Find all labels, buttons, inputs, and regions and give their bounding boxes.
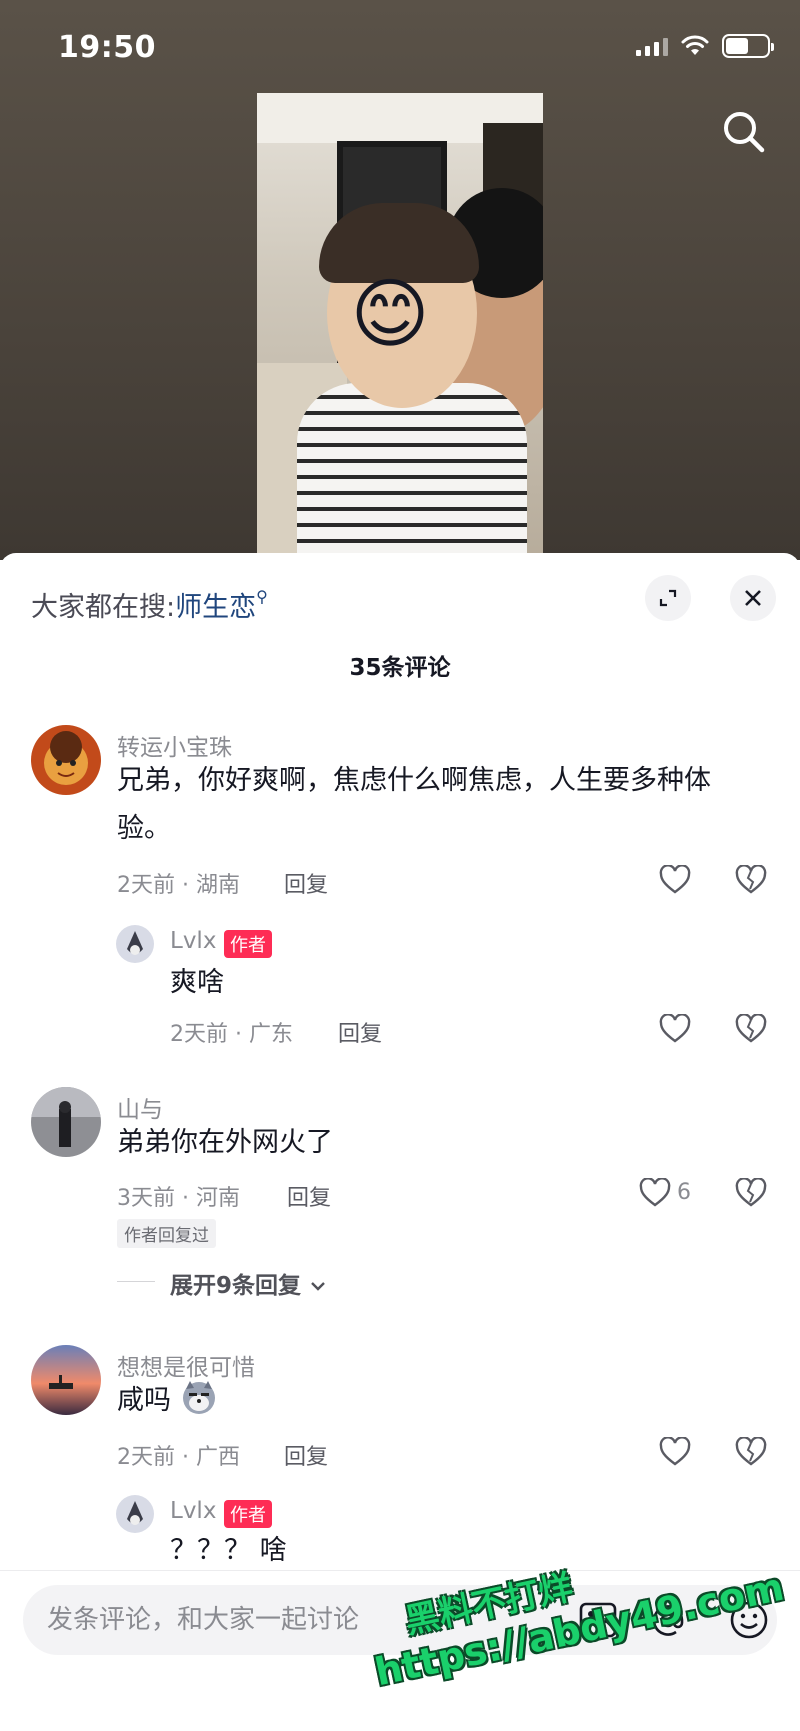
avatar[interactable] <box>116 925 154 963</box>
expand-replies-button[interactable]: 展开9条回复 <box>170 1266 327 1300</box>
reply-username[interactable]: Lvlx <box>170 928 216 954</box>
video-player[interactable]: 19:50 😊 <box>0 0 800 560</box>
comment-count: 35条评论 <box>349 655 451 681</box>
comment-meta: 2天前 · 广西 <box>117 1445 240 1470</box>
emoji-sticker: 😊 <box>350 269 430 358</box>
comment-text: 弟弟你在外网火了 <box>117 1127 333 1158</box>
expand-icon <box>659 589 677 607</box>
reply-username[interactable]: Lvlx <box>170 1498 216 1524</box>
dislike-heart-icon[interactable] <box>735 1014 767 1044</box>
avatar[interactable] <box>31 725 101 795</box>
video-frame[interactable]: 😊 <box>257 93 543 560</box>
keyword-search-icon: ⚲ <box>256 587 268 606</box>
comment-text-line: 兄弟，你好爽啊，焦虑什么啊焦虑，人生要多种体 <box>117 765 711 796</box>
avatar[interactable] <box>31 1345 101 1415</box>
comment-meta: 2天前 · 湖南 <box>117 873 240 898</box>
search-icon[interactable] <box>720 108 768 156</box>
comment-text-container: 咸吗 <box>117 1377 218 1425</box>
avatar[interactable] <box>31 1087 101 1157</box>
heart-icon[interactable] <box>659 865 691 895</box>
dislike-heart-icon[interactable] <box>735 865 767 895</box>
heart-icon[interactable] <box>639 1178 671 1208</box>
avatar[interactable] <box>116 1495 154 1533</box>
hot-search-keyword[interactable]: 师生恋 <box>175 592 256 623</box>
close-button[interactable] <box>730 575 776 621</box>
chevron-down-icon <box>311 1282 325 1291</box>
wifi-icon <box>681 35 709 55</box>
reply-button[interactable]: 回复 <box>338 1016 382 1048</box>
reply-text: 爽啥 <box>170 967 224 998</box>
dislike-heart-icon[interactable] <box>735 1437 767 1467</box>
status-icons <box>636 34 774 58</box>
author-replied-badge: 作者回复过 <box>117 1219 216 1248</box>
comment-text: 咸吗 <box>117 1385 171 1416</box>
heart-icon[interactable] <box>659 1437 691 1467</box>
heart-icon[interactable] <box>659 1014 691 1044</box>
status-time: 19:50 <box>58 30 156 65</box>
reply-button[interactable]: 回复 <box>284 1439 328 1471</box>
dislike-heart-icon[interactable] <box>735 1178 767 1208</box>
close-icon <box>745 590 761 606</box>
hot-search[interactable]: 大家都在搜:师生恋⚲ <box>31 585 268 624</box>
author-badge: 作者 <box>224 930 272 958</box>
battery-icon <box>722 34 774 58</box>
reply-button[interactable]: 回复 <box>287 1180 331 1212</box>
hot-search-prefix: 大家都在搜: <box>31 592 176 623</box>
reply-meta: 2天前 · 广东 <box>170 1022 293 1047</box>
expand-divider <box>117 1281 155 1282</box>
expand-replies-label: 展开9条回复 <box>170 1273 302 1299</box>
comment-text-line: 验。 <box>117 813 171 844</box>
like-count: 6 <box>677 1180 691 1205</box>
reply-button[interactable]: 回复 <box>284 867 328 899</box>
author-badge: 作者 <box>224 1500 272 1528</box>
signal-icon <box>636 36 668 56</box>
husky-emoji-icon <box>182 1381 215 1414</box>
reply-text: ？？？ 啥 <box>170 1535 287 1566</box>
expand-button[interactable] <box>645 575 691 621</box>
comment-meta: 3天前 · 河南 <box>117 1186 240 1211</box>
